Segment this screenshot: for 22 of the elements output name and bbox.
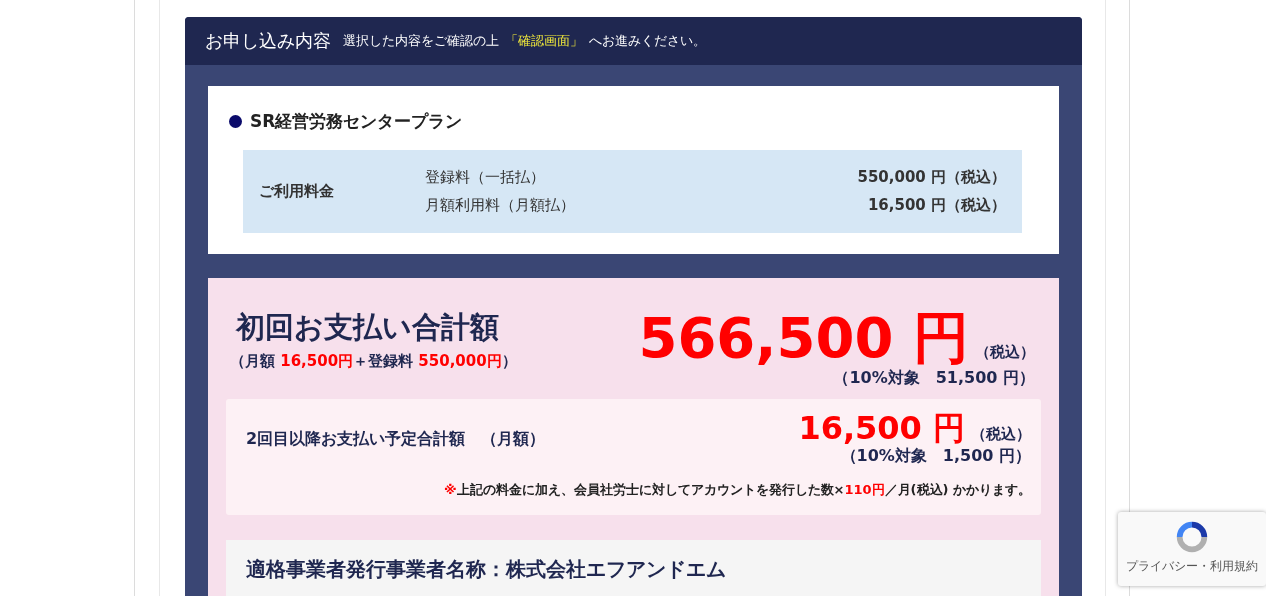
total-amount: 566,500 円 xyxy=(638,309,969,368)
issuer-name: 適格事業者発行事業者名称：株式会社エフアンドエム xyxy=(246,557,726,582)
plan-name: SR経営労務センタープラン xyxy=(250,110,463,133)
fee-label: ご利用料金 xyxy=(259,182,335,201)
bullet-icon xyxy=(229,115,242,128)
instruction-text: 選択した内容をご確認の上 「確認画面」 へお進みください。 xyxy=(343,32,706,50)
fee-amount: 550,000 円（税込） xyxy=(857,168,1006,187)
tax-detail: （10%対象 51,500 円） xyxy=(833,368,1035,389)
breakdown-text: （月額 16,500円＋登録料 550,000円） xyxy=(230,352,517,371)
fee-item: 登録料（一括払） xyxy=(425,168,545,187)
recaptcha-badge[interactable]: プライバシー・利用規約 xyxy=(1118,512,1266,586)
fee-item: 月額利用料（月額払） xyxy=(425,196,575,215)
recurring-amount: 16,500 円 xyxy=(798,411,965,447)
section-title: お申し込み内容 xyxy=(205,29,331,53)
fee-note: ※上記の料金に加え、会員社労士に対してアカウントを発行した数×110円／月(税込) かかります。 xyxy=(443,481,1031,500)
tax-note: （税込） xyxy=(975,343,1035,363)
total-title: 初回お支払い合計額 xyxy=(236,309,500,346)
recurring-title: 2回目以降お支払い予定合計額 （月額） xyxy=(246,428,546,450)
privacy-terms-link[interactable]: プライバシー・利用規約 xyxy=(1126,558,1258,575)
tax-detail: （10%対象 1,500 円） xyxy=(840,446,1031,468)
fee-amount: 16,500 円（税込） xyxy=(867,196,1006,215)
tax-note: （税込） xyxy=(971,425,1031,444)
